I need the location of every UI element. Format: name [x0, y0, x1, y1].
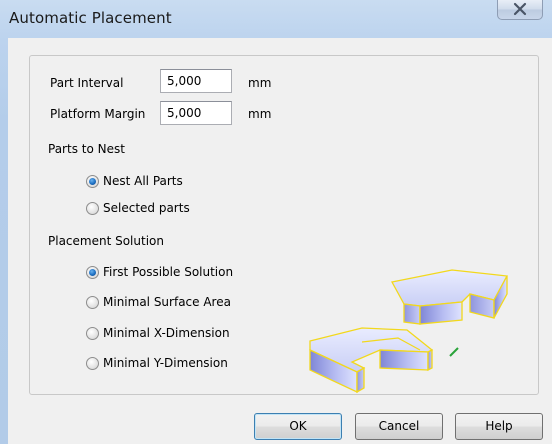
minimal-surface-area-radio[interactable]	[86, 295, 99, 309]
first-possible-solution-radio[interactable]	[86, 265, 99, 279]
minimal-x-dimension-label: Minimal X-Dimension	[103, 326, 230, 340]
placement-solution-heading: Placement Solution	[48, 234, 164, 248]
nest-all-parts-option[interactable]: Nest All Parts	[86, 172, 183, 190]
close-x-icon	[513, 2, 527, 16]
window-title: Automatic Placement	[9, 9, 172, 27]
title-bar[interactable]: Automatic Placement	[0, 0, 552, 38]
minimal-x-dimension-option[interactable]: Minimal X-Dimension	[86, 324, 230, 342]
cancel-button[interactable]: Cancel	[355, 413, 443, 440]
selected-parts-option[interactable]: Selected parts	[86, 199, 190, 217]
close-button[interactable]	[497, 0, 543, 20]
part-interval-label: Part Interval	[50, 76, 124, 90]
selected-parts-label: Selected parts	[103, 201, 190, 215]
minimal-surface-area-option[interactable]: Minimal Surface Area	[86, 293, 231, 311]
platform-margin-input[interactable]	[160, 101, 232, 125]
nest-all-parts-radio[interactable]	[86, 174, 99, 188]
dialog-body: Part Interval mm Platform Margin mm Part…	[8, 38, 552, 444]
platform-margin-unit: mm	[248, 107, 272, 121]
minimal-y-dimension-option[interactable]: Minimal Y-Dimension	[86, 354, 228, 372]
nest-all-parts-label: Nest All Parts	[103, 174, 183, 188]
parts-to-nest-heading: Parts to Nest	[48, 142, 125, 156]
ok-button[interactable]: OK	[254, 413, 342, 440]
minimal-y-dimension-label: Minimal Y-Dimension	[103, 356, 228, 370]
part-interval-input[interactable]	[160, 69, 232, 93]
first-possible-solution-option[interactable]: First Possible Solution	[86, 263, 233, 281]
minimal-y-dimension-radio[interactable]	[86, 356, 99, 370]
selected-parts-radio[interactable]	[86, 201, 99, 215]
minimal-surface-area-label: Minimal Surface Area	[103, 295, 231, 309]
part-interval-unit: mm	[248, 76, 272, 90]
nested-parts-illustration	[309, 269, 509, 394]
platform-margin-label: Platform Margin	[50, 107, 146, 121]
automatic-placement-dialog: Automatic Placement Part Interval mm Pla…	[0, 0, 552, 444]
first-possible-solution-label: First Possible Solution	[103, 265, 234, 279]
minimal-x-dimension-radio[interactable]	[86, 326, 99, 340]
settings-group: Part Interval mm Platform Margin mm Part…	[29, 55, 539, 395]
help-button[interactable]: Help	[455, 413, 543, 440]
